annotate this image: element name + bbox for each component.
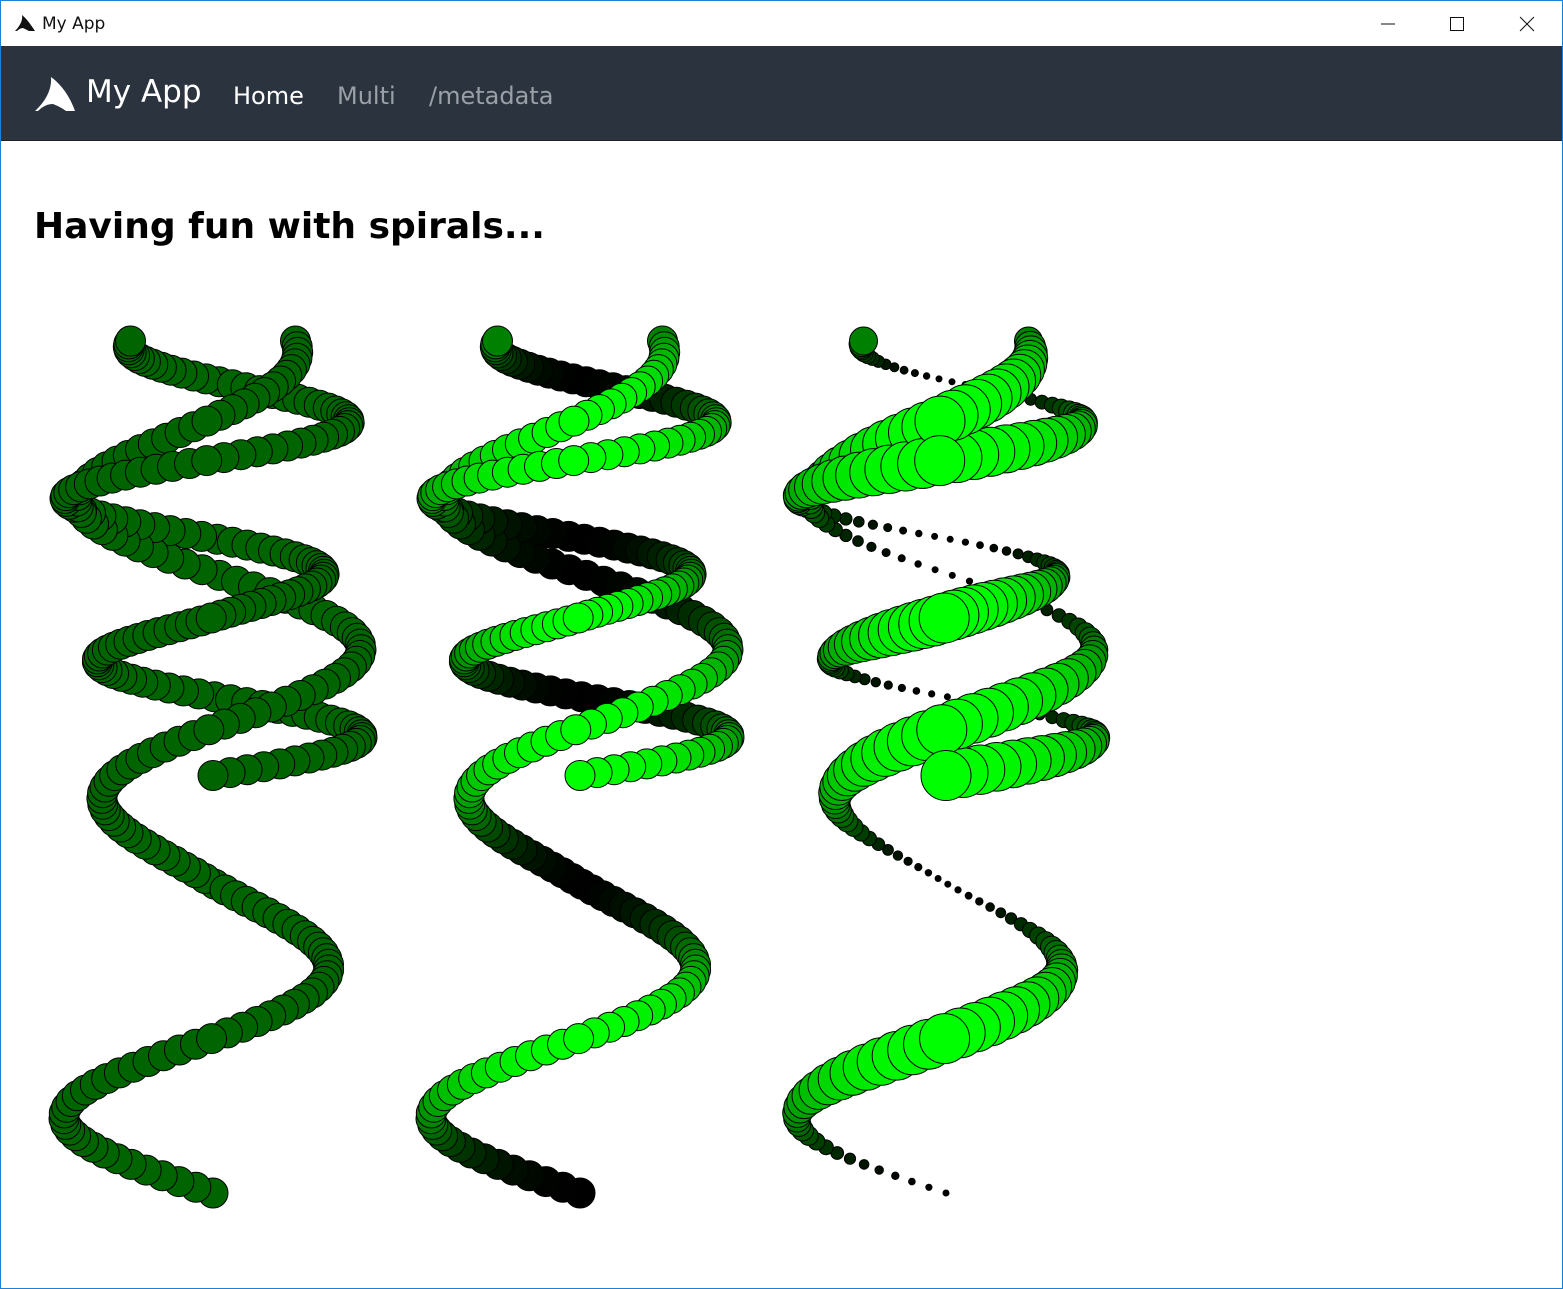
spiral-bead bbox=[916, 704, 968, 756]
nav-link-home[interactable]: Home bbox=[233, 82, 304, 110]
spiral-bead bbox=[558, 405, 590, 437]
spiral-bead bbox=[934, 875, 942, 882]
spiral-bead bbox=[935, 375, 943, 383]
spiral-bead bbox=[961, 538, 970, 546]
nav-link-metadata[interactable]: /metadata bbox=[429, 82, 553, 110]
spiral-bead bbox=[975, 897, 984, 906]
app-window: My App My App Home Multi /metadata Havin… bbox=[0, 0, 1563, 1289]
spiral-uniform bbox=[48, 325, 378, 1209]
spiral-bead bbox=[883, 523, 893, 533]
spiral-bead bbox=[931, 532, 939, 540]
spiral-bead bbox=[564, 760, 596, 791]
spiral-bead bbox=[849, 326, 878, 356]
spiral-bead bbox=[191, 405, 223, 437]
spiral-bead bbox=[560, 714, 592, 746]
spiral-bead bbox=[892, 850, 904, 861]
spiral-bead bbox=[563, 1023, 595, 1055]
spiral-bead bbox=[914, 863, 923, 872]
minimize-icon bbox=[1381, 23, 1395, 24]
spiral-bead bbox=[866, 541, 877, 552]
spiral-bead bbox=[964, 891, 973, 900]
brand-title[interactable]: My App bbox=[86, 74, 202, 110]
shark-fin-logo-icon[interactable] bbox=[34, 75, 76, 113]
spiral-bead bbox=[897, 683, 907, 693]
spiral-bead bbox=[908, 1177, 916, 1186]
spiral-bead bbox=[197, 760, 229, 791]
page-heading: Having fun with spirals... bbox=[34, 206, 545, 247]
spiral-bead bbox=[914, 560, 922, 568]
spiral-bead bbox=[910, 369, 919, 378]
spiral-bead bbox=[839, 512, 853, 526]
spiral-bead bbox=[948, 571, 956, 579]
spiral-bead bbox=[196, 1023, 228, 1055]
spiral-bead bbox=[914, 435, 966, 487]
spiral-bead bbox=[943, 693, 951, 701]
spirals-canvas bbox=[48, 325, 1111, 1209]
spiral-bead bbox=[843, 1152, 857, 1165]
spiral-bead bbox=[920, 750, 972, 801]
spiral-bead bbox=[948, 378, 956, 386]
spiral-bead bbox=[899, 526, 908, 535]
spiral-bead bbox=[193, 714, 225, 746]
spiral-bead bbox=[903, 856, 913, 866]
spiral-bead bbox=[965, 577, 974, 585]
spiral-bead bbox=[897, 554, 906, 563]
spiral-bead bbox=[1001, 546, 1012, 556]
spiral-bead bbox=[922, 372, 931, 380]
spiral-bead bbox=[899, 365, 909, 375]
spiral-bead bbox=[558, 445, 590, 477]
spiral-bead bbox=[870, 677, 881, 688]
window-title: My App bbox=[42, 14, 106, 34]
minimize-button[interactable] bbox=[1353, 1, 1423, 46]
spiral-bead bbox=[912, 687, 921, 695]
spiral-bead bbox=[853, 516, 865, 528]
spiral-bead bbox=[944, 880, 952, 888]
spiral-bead bbox=[867, 519, 879, 530]
spiral-bead bbox=[928, 690, 936, 698]
spiral-bead bbox=[976, 541, 984, 550]
spiral-bead bbox=[946, 535, 954, 543]
spiral-bead bbox=[915, 529, 923, 538]
app-icon bbox=[15, 15, 35, 31]
spiral-bead bbox=[191, 445, 223, 477]
spiral-bead bbox=[989, 543, 999, 553]
spiral-bead bbox=[919, 1013, 971, 1065]
spiral-bead bbox=[115, 325, 146, 357]
navbar: My App Home Multi /metadata bbox=[1, 46, 1562, 141]
spiral-bead bbox=[562, 602, 594, 634]
spiral-bead bbox=[918, 592, 970, 644]
spiral-bead bbox=[1012, 548, 1024, 560]
spiral-bead bbox=[985, 902, 995, 912]
spiral-bead bbox=[482, 325, 513, 357]
maximize-button[interactable] bbox=[1422, 1, 1492, 46]
spiral-gradient-size bbox=[782, 326, 1111, 1197]
spiral-bead bbox=[954, 886, 962, 894]
spiral-bead bbox=[883, 680, 893, 690]
title-bar[interactable]: My App bbox=[1, 1, 1562, 46]
close-icon bbox=[1519, 16, 1535, 31]
spiral-bead bbox=[931, 566, 939, 574]
maximize-icon bbox=[1450, 16, 1464, 31]
spiral-gradient bbox=[415, 325, 745, 1209]
spiral-bead bbox=[881, 548, 891, 558]
spiral-bead bbox=[942, 1189, 950, 1197]
spiral-bead bbox=[995, 907, 1007, 919]
spiral-bead bbox=[925, 1183, 933, 1191]
spiral-bead bbox=[858, 1159, 870, 1170]
spiral-bead bbox=[874, 1165, 884, 1175]
spiral-bead bbox=[195, 602, 227, 634]
spiral-bead bbox=[924, 869, 933, 877]
close-button[interactable] bbox=[1492, 1, 1562, 46]
nav-link-multi[interactable]: Multi bbox=[337, 82, 396, 110]
spiral-bead bbox=[852, 535, 864, 547]
spiral-bead bbox=[891, 1171, 900, 1180]
